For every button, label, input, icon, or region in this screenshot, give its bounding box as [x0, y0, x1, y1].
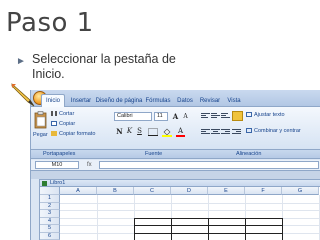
align-right-icon[interactable]: [221, 128, 230, 136]
name-box[interactable]: M10: [35, 161, 79, 169]
formula-bar: M10 fx: [31, 160, 320, 171]
merge-center-button[interactable]: Combinar y centrar: [246, 128, 301, 134]
spreadsheet-grid[interactable]: ABCDEFG 123456: [39, 187, 320, 240]
workbook-titlebar: Libro1: [39, 179, 320, 187]
scissors-icon: [51, 111, 57, 117]
column-header-a[interactable]: A: [60, 187, 97, 195]
bold-button[interactable]: N: [115, 127, 124, 136]
paste-icon[interactable]: [34, 111, 47, 129]
bordered-cell[interactable]: [208, 232, 246, 240]
underline-button[interactable]: S: [135, 127, 144, 136]
paintbrush-icon: [51, 131, 57, 137]
excel-workbook-icon: [42, 181, 47, 186]
row-header-5[interactable]: 5: [40, 225, 60, 233]
column-header-e[interactable]: E: [208, 187, 245, 195]
ribbon-panel: Pegar Cortar Copiar Copiar formato Calib…: [31, 107, 320, 150]
row-header-6[interactable]: 6: [40, 232, 60, 240]
wrap-text-icon: [246, 112, 252, 118]
align-middle-icon[interactable]: [211, 112, 220, 120]
bordered-cell[interactable]: [245, 232, 283, 240]
merge-icon: [246, 128, 252, 134]
group-label-alignment: Alineación: [236, 151, 262, 157]
align-top-icon[interactable]: [201, 112, 210, 120]
row-header-4[interactable]: 4: [40, 217, 60, 225]
ribbon-group-labels: Portapapeles Fuente Alineación: [31, 150, 320, 159]
wrap-text-button[interactable]: Ajustar texto: [246, 112, 285, 118]
copy-button[interactable]: Copiar: [51, 121, 75, 127]
font-size-select[interactable]: 11: [154, 112, 168, 121]
shrink-font-button[interactable]: A: [181, 112, 190, 121]
column-header-d[interactable]: D: [171, 187, 208, 195]
tab-diseno-de-pagina[interactable]: Diseño de página: [95, 95, 143, 107]
group-label-clipboard: Portapapeles: [43, 151, 76, 157]
ribbon-tab-bar: Inicio Insertar Diseño de página Fórmula…: [31, 90, 320, 108]
copy-icon: [51, 121, 57, 127]
bullet-item: ► Seleccionar la pestaña de Inicio.: [16, 52, 196, 82]
bordered-cell[interactable]: [134, 232, 172, 240]
fx-icon[interactable]: fx: [87, 160, 92, 170]
column-header-b[interactable]: B: [97, 187, 134, 195]
borders-icon[interactable]: [148, 128, 158, 136]
align-center-icon[interactable]: [211, 128, 220, 136]
tab-inicio[interactable]: Inicio: [41, 94, 65, 108]
align-bottom-icon[interactable]: [221, 112, 230, 120]
grow-font-button[interactable]: A: [171, 112, 180, 121]
column-header-f[interactable]: F: [245, 187, 282, 195]
fill-color-icon[interactable]: [162, 127, 172, 137]
workbook-title: Libro1: [50, 180, 66, 186]
slide-title: Paso 1: [6, 8, 94, 38]
bullet-arrow-icon: ►: [16, 56, 26, 67]
italic-button[interactable]: K: [125, 127, 134, 136]
bordered-cell[interactable]: [171, 232, 209, 240]
formula-input[interactable]: [99, 161, 319, 169]
tab-formulas[interactable]: Fórmulas: [143, 95, 173, 107]
paste-button[interactable]: Pegar: [33, 132, 48, 138]
select-all-corner[interactable]: [40, 187, 60, 195]
bullet-text: Seleccionar la pestaña de Inicio.: [32, 52, 176, 81]
excel-screenshot: Inicio Insertar Diseño de página Fórmula…: [30, 90, 320, 240]
cut-button[interactable]: Cortar: [51, 111, 74, 117]
tab-vista[interactable]: Vista: [224, 95, 244, 107]
group-label-font: Fuente: [145, 151, 163, 157]
row-header-2[interactable]: 2: [40, 202, 60, 210]
tab-revisar[interactable]: Revisar: [197, 95, 223, 107]
workspace-background: [31, 171, 320, 179]
tab-insertar[interactable]: Insertar: [67, 95, 95, 107]
column-header-c[interactable]: C: [134, 187, 171, 195]
font-color-button[interactable]: A: [176, 127, 185, 137]
decrease-indent-icon[interactable]: [232, 128, 241, 136]
pencil-pointer-icon: [11, 83, 35, 107]
column-header-g[interactable]: G: [282, 187, 319, 195]
gridline-horizontal: [60, 210, 320, 211]
gridline-horizontal: [60, 202, 320, 204]
orientation-icon[interactable]: [232, 111, 243, 121]
format-painter-button[interactable]: Copiar formato: [51, 131, 95, 137]
row-header-1[interactable]: 1: [40, 195, 60, 203]
tab-datos[interactable]: Datos: [174, 95, 196, 107]
align-left-icon[interactable]: [201, 128, 210, 136]
row-header-3[interactable]: 3: [40, 210, 60, 218]
font-name-select[interactable]: Calibri: [114, 112, 152, 121]
